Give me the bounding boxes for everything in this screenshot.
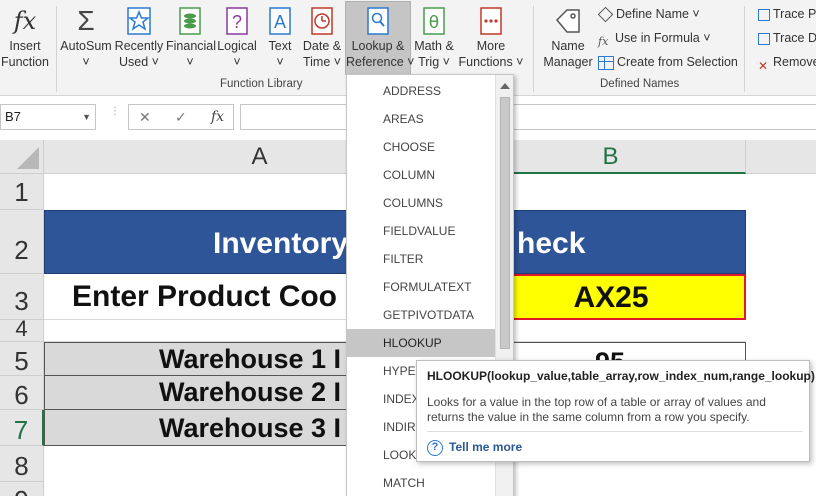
menu-item-column[interactable]: COLUMN bbox=[347, 161, 495, 189]
row-header-7[interactable]: 7 bbox=[0, 410, 44, 446]
define-name-button[interactable]: Define Name ˅ bbox=[597, 4, 700, 24]
function-tooltip: HLOOKUP(lookup_value,table_array,row_ind… bbox=[416, 360, 815, 462]
use-in-formula-button[interactable]: fx Use in Formula ˅ bbox=[598, 28, 711, 48]
ribbon-separator bbox=[744, 6, 745, 92]
logical-button[interactable]: ? Logical ˅ bbox=[216, 2, 258, 74]
tooltip-title: HLOOKUP(lookup_value,table_array,row_ind… bbox=[427, 369, 815, 383]
coins-icon bbox=[179, 7, 201, 35]
cancel-icon[interactable]: ✕ bbox=[139, 109, 151, 126]
menu-item-getpivotdata[interactable]: GETPIVOTDATA bbox=[347, 301, 495, 329]
clock-icon bbox=[311, 7, 333, 35]
product-code-input-cell[interactable]: AX25 bbox=[476, 274, 746, 320]
text-button[interactable]: A Text ˅ bbox=[262, 2, 298, 74]
select-all-triangle-icon bbox=[17, 147, 39, 169]
row-header-6[interactable]: 6 bbox=[0, 376, 44, 410]
menu-item-choose[interactable]: CHOOSE bbox=[347, 133, 495, 161]
question-icon: ? bbox=[226, 7, 248, 35]
column-header-b[interactable]: B bbox=[476, 140, 746, 174]
product-code-value: AX25 bbox=[573, 281, 649, 314]
trace-arrow-icon bbox=[758, 32, 770, 45]
help-icon: ? bbox=[427, 439, 443, 456]
enter-icon[interactable]: ✓ bbox=[175, 109, 187, 126]
lookup-reference-button[interactable]: Lookup & Reference ˅ bbox=[345, 1, 414, 75]
column-header-c[interactable] bbox=[746, 140, 816, 174]
trace-precedents-button[interactable]: Trace Pr bbox=[758, 4, 816, 24]
formula-input[interactable] bbox=[240, 104, 816, 130]
autosum-button[interactable]: Σ AutoSum ˅ bbox=[60, 2, 112, 74]
more-dots-icon bbox=[480, 7, 502, 35]
product-code-prompt-text: Enter Product Coo bbox=[72, 280, 338, 313]
tooltip-divider bbox=[427, 431, 803, 432]
more-functions-button[interactable]: More Functions ˅ bbox=[458, 2, 524, 74]
sigma-icon: Σ bbox=[77, 5, 95, 36]
insert-function-icon[interactable]: fx bbox=[211, 109, 224, 125]
svg-text:?: ? bbox=[232, 12, 242, 32]
date-time-button[interactable]: Date & Time ˅ bbox=[300, 2, 344, 74]
menu-item-areas[interactable]: AREAS bbox=[347, 105, 495, 133]
tooltip-description: Looks for a value in the top row of a ta… bbox=[427, 395, 766, 424]
ribbon-separator bbox=[56, 6, 57, 92]
title-right-text: heck bbox=[517, 227, 586, 260]
svg-text:θ: θ bbox=[429, 13, 439, 33]
financial-button[interactable]: Financial ˅ bbox=[166, 2, 216, 74]
trace-dependents-button[interactable]: Trace D bbox=[758, 28, 816, 48]
recently-used-button[interactable]: Recently Used ˅ bbox=[114, 2, 164, 74]
theta-icon: θ bbox=[423, 7, 445, 35]
remove-arrows-button[interactable]: ✕ Remove bbox=[758, 52, 816, 73]
chevron-down-icon[interactable]: ▼ bbox=[82, 105, 91, 129]
fx-small-icon: fx bbox=[598, 34, 609, 48]
star-icon bbox=[127, 7, 151, 35]
row-header-5[interactable]: 5 bbox=[0, 342, 44, 376]
menu-item-fieldvalue[interactable]: FIELDVALUE bbox=[347, 217, 495, 245]
menu-item-match[interactable]: MATCH bbox=[347, 469, 495, 496]
trace-arrow-icon bbox=[758, 8, 770, 21]
create-from-selection-button[interactable]: Create from Selection bbox=[598, 52, 738, 72]
row-header-4[interactable]: 4 bbox=[0, 318, 44, 342]
row-header-1[interactable]: 1 bbox=[0, 174, 44, 210]
tell-me-more-link[interactable]: ? Tell me more bbox=[427, 437, 522, 457]
row-header-2[interactable]: 2 bbox=[0, 210, 44, 274]
warehouse-3-label: Warehouse 3 I bbox=[159, 413, 342, 443]
menu-item-columns[interactable]: COLUMNS bbox=[347, 189, 495, 217]
ribbon-separator bbox=[533, 6, 534, 92]
formula-buttons: ✕ ✓ fx bbox=[128, 104, 234, 130]
tag-small-icon bbox=[597, 6, 614, 23]
function-library-label: Function Library bbox=[220, 78, 303, 90]
warehouse-2-label: Warehouse 2 I bbox=[159, 377, 342, 407]
insert-function-button[interactable]: fx Insert Function bbox=[0, 2, 50, 74]
text-a-icon: A bbox=[269, 7, 291, 35]
menu-item-hlookup[interactable]: HLOOKUP bbox=[347, 329, 495, 357]
select-all-button[interactable] bbox=[0, 140, 44, 174]
magnifier-icon bbox=[367, 7, 389, 35]
row-header-8[interactable]: 8 bbox=[0, 446, 44, 482]
menu-item-address[interactable]: ADDRESS bbox=[347, 77, 495, 105]
name-manager-button[interactable]: Name Manager bbox=[540, 2, 596, 74]
fx-icon: fx bbox=[13, 7, 37, 35]
menu-item-filter[interactable]: FILTER bbox=[347, 245, 495, 273]
title-left-text: Inventory bbox=[213, 227, 349, 260]
svg-text:A: A bbox=[274, 12, 286, 32]
drag-handle-icon[interactable]: ⋮ bbox=[110, 107, 120, 124]
table-grid-icon bbox=[598, 55, 614, 70]
excel-window: fx Insert Function Σ AutoSum ˅ Recently … bbox=[0, 0, 816, 496]
scroll-up-icon[interactable] bbox=[500, 83, 510, 89]
name-box[interactable]: B7 ▼ bbox=[0, 104, 96, 130]
scroll-thumb[interactable] bbox=[500, 97, 510, 349]
warehouse-1-label: Warehouse 1 I bbox=[159, 344, 342, 374]
menu-item-formulatext[interactable]: FORMULATEXT bbox=[347, 273, 495, 301]
tag-icon bbox=[555, 9, 580, 33]
defined-names-label: Defined Names bbox=[600, 78, 680, 90]
row-header-3[interactable]: 3 bbox=[0, 274, 44, 320]
row-header-9[interactable]: 9 bbox=[0, 482, 44, 496]
math-trig-button[interactable]: θ Math & Trig ˅ bbox=[412, 2, 456, 74]
remove-arrows-icon: ✕ bbox=[758, 58, 769, 73]
